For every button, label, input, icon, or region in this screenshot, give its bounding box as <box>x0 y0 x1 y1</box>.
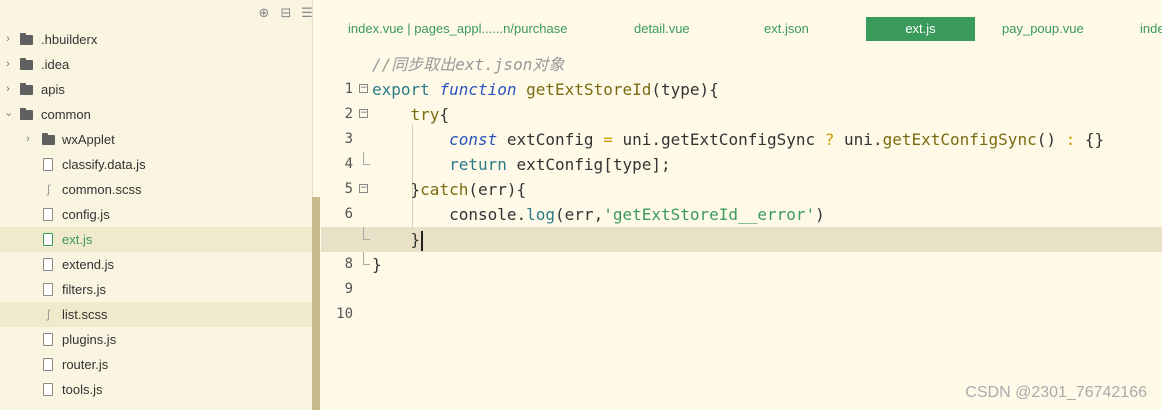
code-text: } <box>372 227 424 252</box>
code-text: } <box>372 255 382 274</box>
tree-item-label: wxApplet <box>62 132 115 147</box>
tree-item-config-js[interactable]: config.js <box>0 202 312 227</box>
code-line-1[interactable]: 1 //同步取出ext.json对象 <box>321 52 1162 97</box>
chevron-right-icon[interactable]: › <box>3 77 13 102</box>
tab-pay-poup-vue[interactable]: pay_poup.vue <box>1002 17 1084 41</box>
fold-end-marker <box>363 227 370 240</box>
tree-item-classify-data-js[interactable]: classify.data.js <box>0 152 312 177</box>
folder-icon <box>20 108 33 121</box>
file-icon <box>43 383 56 396</box>
fold-end-marker <box>363 152 370 165</box>
file-icon <box>43 158 56 171</box>
tree-item-label: classify.data.js <box>62 157 146 172</box>
code-comment: //同步取出ext.json对象 <box>372 55 565 74</box>
editor-tabs: index.vue | pages_appl......n/purchase d… <box>321 0 1162 44</box>
code-text: try{ <box>410 105 450 124</box>
code-line-7[interactable]: 7 console.log(err,'getExtStoreId__error'… <box>321 202 1162 247</box>
chevron-right-icon[interactable]: › <box>23 127 33 152</box>
fold-toggle-icon[interactable]: − <box>359 109 368 118</box>
file-explorer: ⊕ ⊟ ☰ › .hbuilderx › .idea › apis › comm… <box>0 0 313 410</box>
folder-icon <box>20 33 33 46</box>
line-number: 10 <box>336 306 353 322</box>
tree-item-filters-js[interactable]: filters.js <box>0 277 312 302</box>
code-line-3[interactable]: 3 − try{ <box>321 102 1162 147</box>
code-line-9[interactable]: 9 } <box>321 252 1162 297</box>
tree-item-label: common <box>41 107 91 122</box>
tree-item-extend-js[interactable]: extend.js <box>0 252 312 277</box>
tree-item-label: .idea <box>41 57 70 72</box>
file-icon <box>43 233 56 246</box>
code-text: console.log(err,'getExtStoreId__error') <box>372 205 825 224</box>
chevron-right-icon[interactable]: › <box>3 52 13 77</box>
code-line-6[interactable]: 6 − }catch(err){ <box>321 177 1162 222</box>
code-text: export function getExtStoreId(type){ <box>372 80 719 99</box>
style-file-icon: ʃ <box>47 307 50 321</box>
code-text: return extConfig[type]; <box>449 155 671 174</box>
fold-toggle-icon[interactable]: − <box>359 184 368 193</box>
menu-icon[interactable]: ☰ <box>299 5 315 21</box>
tree-item-hbuilderx[interactable]: › .hbuilderx <box>0 27 312 52</box>
tree-item-label: extend.js <box>62 257 115 272</box>
tab-ext-json[interactable]: ext.json <box>764 17 809 41</box>
tab-index-vue[interactable]: index.vue | pages_appl......n/purchase <box>348 17 567 41</box>
tree-item-idea[interactable]: › .idea <box>0 52 312 77</box>
folder-icon <box>42 133 55 146</box>
file-icon <box>43 258 56 271</box>
tree-item-list-scss[interactable]: ʃ list.scss <box>0 302 312 327</box>
file-icon <box>43 283 56 296</box>
tab-ext-js[interactable]: ext.js <box>866 17 975 41</box>
tree-item-wxapplet[interactable]: › wxApplet <box>0 127 312 152</box>
code-text: const extConfig = uni.getExtConfigSync ?… <box>449 130 1105 149</box>
file-icon <box>43 333 56 346</box>
tree-item-common-scss[interactable]: ʃ common.scss <box>0 177 312 202</box>
tree-item-label: common.scss <box>62 182 142 197</box>
tree-item-ext-js[interactable]: ext.js <box>0 227 312 252</box>
code-editor[interactable]: index.vue | pages_appl......n/purchase d… <box>321 0 1162 410</box>
target-icon[interactable]: ⊕ <box>256 5 272 21</box>
style-file-icon: ʃ <box>47 182 50 196</box>
tree-item-label: list.scss <box>62 307 108 322</box>
tree-item-label: filters.js <box>62 282 107 297</box>
code-line-8[interactable]: 8 } <box>321 227 1162 272</box>
explorer-toolbar: ⊕ ⊟ ☰ <box>0 0 315 27</box>
tree-item-plugins-js[interactable]: plugins.js <box>0 327 312 352</box>
tree-item-label: router.js <box>62 357 109 372</box>
fold-end-marker <box>363 252 370 265</box>
text-caret <box>421 230 424 251</box>
tree-item-label: tools.js <box>62 382 103 397</box>
chevron-down-icon[interactable]: › <box>0 110 21 120</box>
sidebar-scrollbar[interactable] <box>312 197 320 410</box>
code-line-4[interactable]: 4 const extConfig = uni.getExtConfigSync… <box>321 127 1162 172</box>
tree-item-common[interactable]: › common <box>0 102 312 127</box>
tree-item-label: ext.js <box>62 232 93 247</box>
tree-item-router-js[interactable]: router.js <box>0 352 312 377</box>
collapse-icon[interactable]: ⊟ <box>278 5 294 21</box>
code-line-2[interactable]: 2 − export function getExtStoreId(type){ <box>321 77 1162 122</box>
file-icon <box>43 208 56 221</box>
watermark: CSDN @2301_76742166 <box>965 384 1147 401</box>
tree-item-label: .hbuilderx <box>41 32 98 47</box>
tree-item-label: config.js <box>62 207 110 222</box>
tree-item-label: apis <box>41 82 65 97</box>
file-icon <box>43 358 56 371</box>
chevron-right-icon[interactable]: › <box>3 27 13 52</box>
fold-toggle-icon[interactable]: − <box>359 84 368 93</box>
code-line-10[interactable]: 10 <box>321 277 1162 322</box>
code-text: }catch(err){ <box>372 180 527 199</box>
folder-icon <box>20 58 33 71</box>
tree-item-apis[interactable]: › apis <box>0 77 312 102</box>
tree-item-label: plugins.js <box>62 332 117 347</box>
code-line-5[interactable]: 5 return extConfig[type]; <box>321 152 1162 197</box>
tab-index-more[interactable]: inde <box>1140 17 1162 41</box>
tree-item-tools-js[interactable]: tools.js <box>0 377 312 402</box>
tab-detail-vue[interactable]: detail.vue <box>634 17 690 41</box>
folder-icon <box>20 83 33 96</box>
